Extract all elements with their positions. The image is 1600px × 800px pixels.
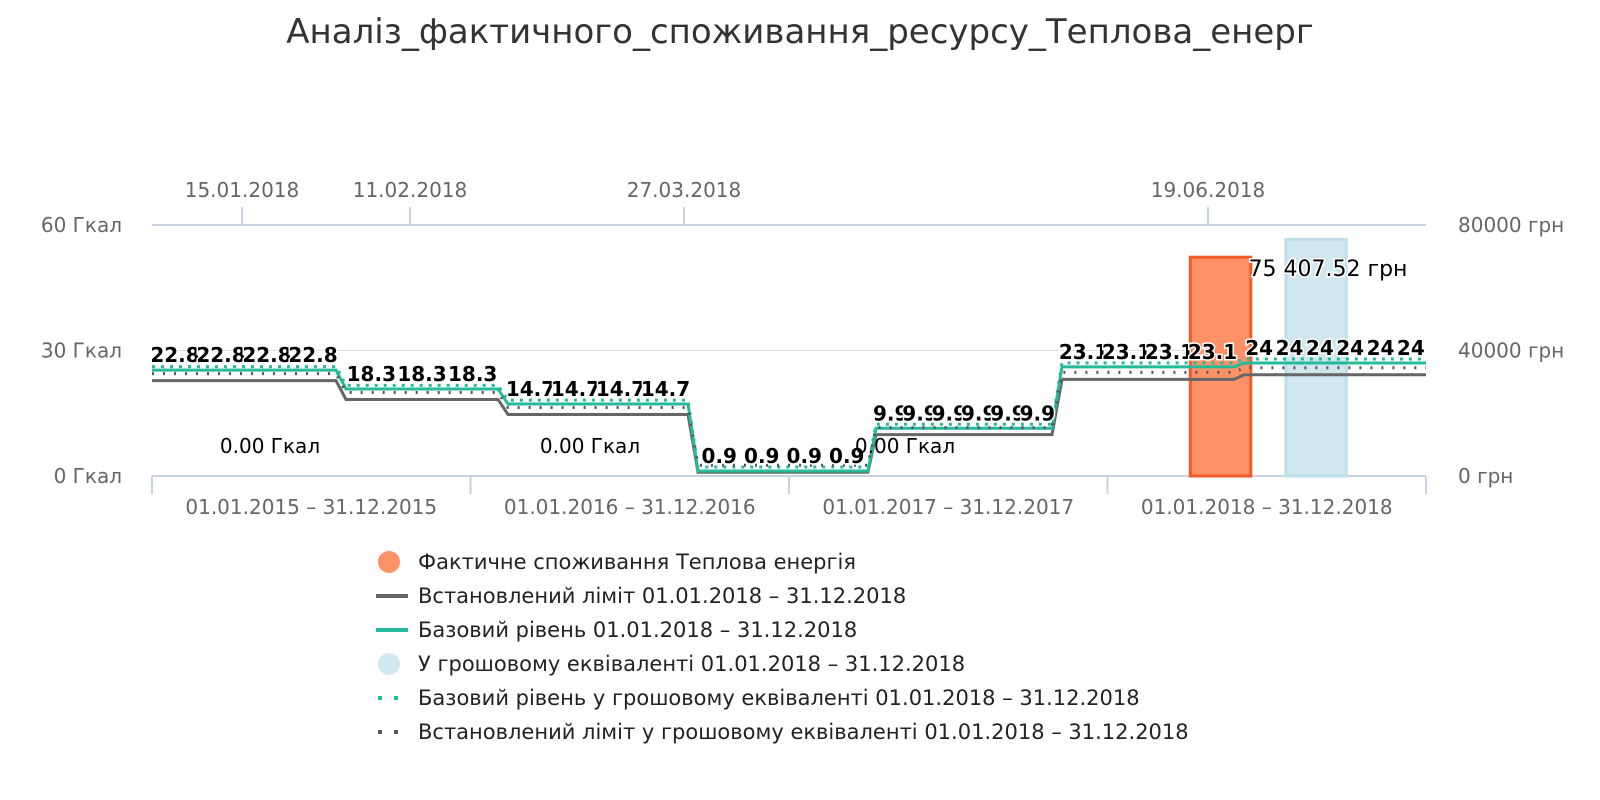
legend-item[interactable]: Фактичне споживання Теплова енергія bbox=[376, 545, 1189, 579]
money-bar-label: 75 407.52 грн bbox=[1249, 257, 1408, 282]
legend-dots-icon bbox=[376, 722, 410, 742]
data-label: 14.7 bbox=[506, 377, 555, 401]
data-label: 0.9 bbox=[702, 444, 737, 468]
data-label: 23.1 bbox=[1102, 340, 1151, 364]
legend-circle-icon bbox=[376, 551, 410, 573]
legend-dots-icon bbox=[376, 688, 410, 708]
y-right-tick-label: 40000 грн bbox=[1458, 339, 1564, 363]
data-label: 23.1 bbox=[1059, 340, 1108, 364]
legend-line-icon bbox=[376, 586, 410, 606]
actual-zero-label: 0.00 Гкал bbox=[855, 434, 955, 458]
data-label: 24 bbox=[1245, 336, 1273, 360]
legend-item[interactable]: Базовий рівень 01.01.2018 – 31.12.2018 bbox=[376, 613, 1189, 647]
x-axis-category-label: 01.01.2015 – 31.12.2015 bbox=[185, 495, 437, 519]
actual-zero-label: 0.00 Гкал bbox=[540, 434, 640, 458]
legend-label: Фактичне споживання Теплова енергія bbox=[418, 550, 857, 574]
legend-circle-icon bbox=[376, 653, 410, 675]
y-left-tick-label: 0 Гкал bbox=[54, 464, 122, 488]
legend-line-icon bbox=[376, 620, 410, 640]
legend-item[interactable]: У грошовому еквіваленті 01.01.2018 – 31.… bbox=[376, 647, 1189, 681]
top-axis-tick-label: 27.03.2018 bbox=[627, 178, 742, 202]
top-axis-tick-label: 15.01.2018 bbox=[185, 178, 300, 202]
y-left-tick-label: 30 Гкал bbox=[41, 339, 122, 363]
y-right-tick-label: 80000 грн bbox=[1458, 213, 1564, 237]
data-label: 0.9 bbox=[787, 444, 822, 468]
data-label: 14.7 bbox=[551, 377, 600, 401]
data-label: 14.7 bbox=[596, 377, 645, 401]
data-label: 23.1 bbox=[1188, 340, 1237, 364]
y-left-tick-label: 60 Гкал bbox=[41, 213, 122, 237]
x-axis-category-label: 01.01.2017 – 31.12.2017 bbox=[822, 495, 1074, 519]
x-axis-category-label: 01.01.2018 – 31.12.2018 bbox=[1141, 495, 1393, 519]
data-label: 24 bbox=[1306, 336, 1334, 360]
data-label: 22.8 bbox=[242, 343, 291, 367]
legend-label: У грошовому еквіваленті 01.01.2018 – 31.… bbox=[418, 652, 966, 676]
chart-plot: 0 Гкал 0 грн 30 Гкал 40000 грн 60 Гкал 80000 … bbox=[41, 178, 1564, 519]
actual-zero-label: 0.00 Гкал bbox=[220, 434, 320, 458]
top-axis-tick-label: 11.02.2018 bbox=[353, 178, 468, 202]
data-label: 22.8 bbox=[196, 343, 245, 367]
top-axis-tick-label: 19.06.2018 bbox=[1151, 178, 1266, 202]
data-label: 18.3 bbox=[448, 362, 497, 386]
legend-label: Встановлений ліміт у грошовому еквівален… bbox=[418, 720, 1189, 744]
legend: Фактичне споживання Теплова енергія Встан… bbox=[376, 545, 1189, 749]
y-right-tick-label: 0 грн bbox=[1458, 464, 1513, 488]
data-label: 9.9 bbox=[1020, 401, 1055, 425]
legend-item[interactable]: Встановлений ліміт 01.01.2018 – 31.12.20… bbox=[376, 579, 1189, 613]
data-label: 14.7 bbox=[641, 377, 690, 401]
legend-label: Встановлений ліміт 01.01.2018 – 31.12.20… bbox=[418, 584, 907, 608]
data-label: 23.1 bbox=[1145, 340, 1194, 364]
data-label: 0.9 bbox=[744, 444, 779, 468]
legend-item[interactable]: Базовий рівень у грошовому еквіваленті 0… bbox=[376, 681, 1189, 715]
x-axis-category-label: 01.01.2016 – 31.12.2016 bbox=[504, 495, 756, 519]
data-label: 24 bbox=[1367, 336, 1395, 360]
data-label: 22.8 bbox=[288, 343, 337, 367]
legend-label: Базовий рівень 01.01.2018 – 31.12.2018 bbox=[418, 618, 858, 642]
data-label: 24 bbox=[1276, 336, 1304, 360]
data-label: 18.3 bbox=[347, 362, 396, 386]
data-label: 24 bbox=[1336, 336, 1364, 360]
legend-item[interactable]: Встановлений ліміт у грошовому еквівален… bbox=[376, 715, 1189, 749]
data-label: 18.3 bbox=[397, 362, 446, 386]
legend-label: Базовий рівень у грошовому еквіваленті 0… bbox=[418, 686, 1140, 710]
data-label: 22.8 bbox=[150, 343, 199, 367]
data-label: 24 bbox=[1397, 336, 1425, 360]
